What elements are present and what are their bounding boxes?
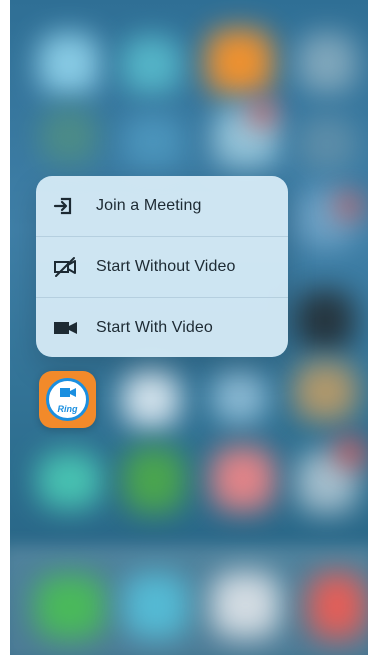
video-camera-icon [51,314,79,342]
blurred-app-icon [337,194,361,218]
video-off-icon [51,253,79,281]
blurred-app-icon [211,447,275,511]
ring-app-badge: Ring [46,378,89,421]
blurred-app-icon [212,370,267,424]
blurred-app-icon [38,33,100,95]
app-label: Ring [57,403,78,414]
blurred-app-icon [294,362,357,421]
quick-actions-menu: Join a Meeting Start Without Video Start… [36,176,288,357]
blurred-app-icon [250,101,275,126]
ring-app-icon[interactable]: Ring [39,371,96,428]
blurred-dock-icon [35,575,105,639]
blurred-dock-icon [211,572,280,638]
menu-item-label: Start Without Video [96,258,236,275]
blurred-app-icon [297,33,357,93]
menu-item-label: Start With Video [96,319,213,336]
blurred-app-icon [122,114,184,169]
blurred-app-icon [123,447,185,513]
menu-item-label: Join a Meeting [96,197,202,214]
start-with-video-item[interactable]: Start With Video [36,297,288,357]
blurred-app-icon [336,438,365,467]
video-camera-app-icon [59,386,77,404]
join-meeting-item[interactable]: Join a Meeting [36,176,288,236]
blurred-app-icon [121,36,182,94]
blurred-dock-icon [123,573,189,639]
blurred-app-icon [37,452,102,509]
home-screen: Join a Meeting Start Without Video Start… [10,0,368,655]
blurred-app-icon [295,290,355,351]
blurred-app-icon [298,116,356,172]
blurred-app-icon [122,370,180,428]
blurred-dock-icon [308,573,366,639]
start-without-video-item[interactable]: Start Without Video [36,236,288,297]
blurred-app-icon [206,29,273,95]
blurred-app-icon [40,108,98,164]
join-meeting-icon [51,192,79,220]
